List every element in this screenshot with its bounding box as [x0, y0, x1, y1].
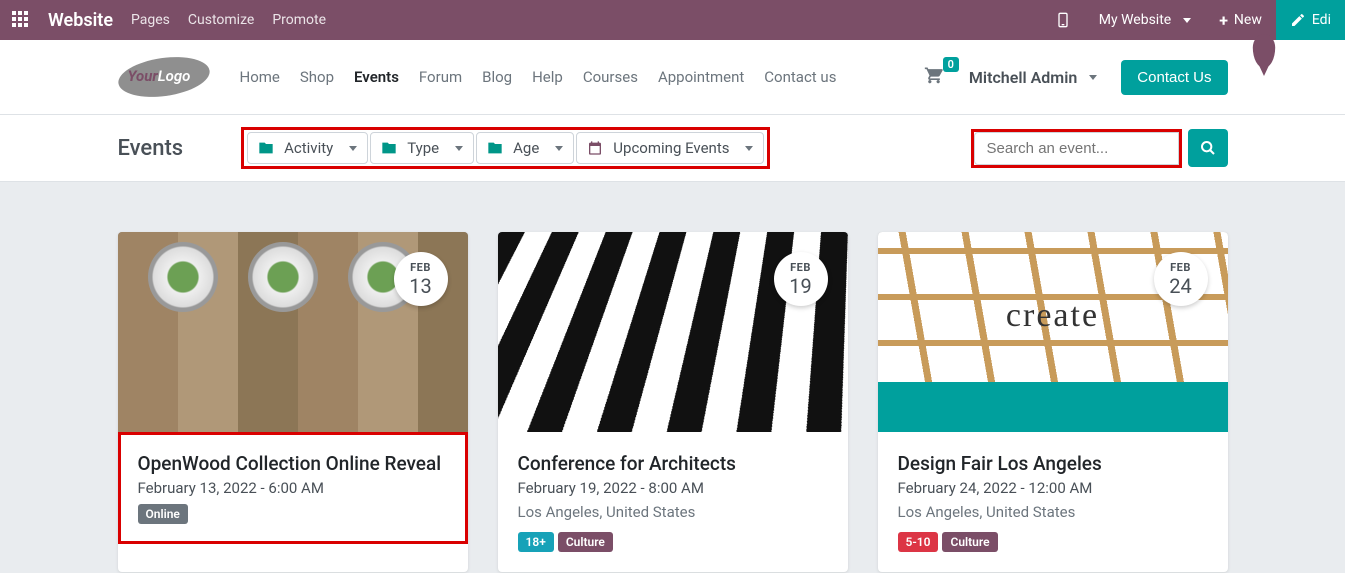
mobile-icon	[1055, 12, 1071, 28]
nav-shop[interactable]: Shop	[300, 68, 334, 86]
nav-blog[interactable]: Blog	[482, 68, 512, 86]
filter-age[interactable]: Age	[476, 132, 574, 164]
search-box-highlight	[971, 129, 1182, 168]
event-title: Design Fair Los Angeles	[898, 452, 1208, 475]
date-day: 19	[789, 274, 811, 298]
nav-contact[interactable]: Contact us	[764, 68, 836, 86]
calendar-icon	[587, 140, 603, 156]
nav-forum[interactable]: Forum	[419, 68, 462, 86]
admin-link-customize[interactable]: Customize	[188, 12, 254, 28]
chevron-down-icon	[1183, 18, 1191, 23]
chevron-down-icon	[349, 146, 357, 151]
date-badge: FEB24	[1154, 252, 1208, 306]
date-month: FEB	[790, 261, 811, 274]
theme-drop-icon[interactable]	[1252, 34, 1274, 68]
apps-icon[interactable]	[12, 11, 30, 29]
nav-appointment[interactable]: Appointment	[658, 68, 744, 86]
nav-events[interactable]: Events	[354, 68, 399, 86]
event-image: createFEB24	[878, 232, 1228, 432]
new-label: New	[1234, 12, 1262, 28]
event-tag: Online	[138, 504, 188, 524]
mobile-preview-button[interactable]	[1041, 0, 1085, 40]
filter-activity-label: Activity	[284, 139, 333, 157]
folder-icon	[487, 140, 503, 156]
folder-icon	[258, 140, 274, 156]
event-tag: Culture	[558, 532, 613, 552]
folder-icon	[381, 140, 397, 156]
event-image: FEB13	[118, 232, 468, 432]
event-tag: Culture	[942, 532, 997, 552]
event-body: Design Fair Los Angeles February 24, 2022…	[878, 432, 1228, 572]
event-datetime: February 19, 2022 - 8:00 AM	[518, 479, 828, 497]
date-month: FEB	[410, 261, 431, 274]
event-tag: 18+	[518, 532, 554, 552]
event-body: Conference for Architects February 19, 20…	[498, 432, 848, 572]
date-badge: FEB19	[774, 252, 828, 306]
edit-button[interactable]: Edi	[1276, 0, 1345, 40]
filter-type-label: Type	[407, 139, 439, 157]
edit-label: Edi	[1312, 12, 1331, 28]
search-input[interactable]	[974, 132, 1179, 165]
filter-age-label: Age	[513, 139, 539, 157]
filter-activity[interactable]: Activity	[247, 132, 368, 164]
site-logo[interactable]: YourLogo	[118, 58, 210, 96]
date-month: FEB	[1170, 261, 1191, 274]
admin-link-promote[interactable]: Promote	[272, 12, 326, 28]
event-title: Conference for Architects	[518, 452, 828, 475]
user-name: Mitchell Admin	[969, 68, 1077, 87]
nav-help[interactable]: Help	[532, 68, 563, 86]
chevron-down-icon	[555, 146, 563, 151]
cart-icon	[923, 65, 945, 85]
event-card[interactable]: FEB19 Conference for Architects February 1…	[498, 232, 848, 572]
plus-icon: +	[1219, 11, 1228, 30]
nav-home[interactable]: Home	[240, 68, 280, 86]
filter-upcoming[interactable]: Upcoming Events	[576, 132, 764, 164]
event-datetime: February 24, 2022 - 12:00 AM	[898, 479, 1208, 497]
admin-link-pages[interactable]: Pages	[131, 12, 170, 28]
cart-count-badge: 0	[943, 57, 959, 72]
event-card[interactable]: FEB13 OpenWood Collection Online Reveal Fe…	[118, 232, 468, 572]
event-card[interactable]: createFEB24 Design Fair Los Angeles Februa…	[878, 232, 1228, 572]
chevron-down-icon	[455, 146, 463, 151]
filter-upcoming-label: Upcoming Events	[613, 139, 729, 157]
my-website-dropdown[interactable]: My Website	[1085, 0, 1205, 40]
user-dropdown[interactable]: Mitchell Admin	[969, 68, 1097, 87]
my-website-label: My Website	[1099, 12, 1171, 28]
search-icon	[1200, 140, 1216, 156]
event-image: FEB19	[498, 232, 848, 432]
event-tag: 5-10	[898, 532, 939, 552]
chevron-down-icon	[1089, 75, 1097, 80]
search-button[interactable]	[1188, 129, 1228, 167]
date-badge: FEB13	[394, 252, 448, 306]
chevron-down-icon	[745, 146, 753, 151]
event-title: OpenWood Collection Online Reveal	[138, 452, 448, 475]
contact-us-button[interactable]: Contact Us	[1121, 60, 1227, 95]
event-datetime: February 13, 2022 - 6:00 AM	[138, 479, 448, 497]
event-location: Los Angeles, United States	[518, 503, 828, 521]
filter-type[interactable]: Type	[370, 132, 474, 164]
date-day: 24	[1169, 274, 1191, 298]
events-grid: FEB13OpenWood Collection Online RevealFe…	[103, 182, 1243, 572]
date-day: 13	[409, 274, 431, 298]
site-nav: YourLogo Home Shop Events Forum Blog Hel…	[0, 40, 1345, 115]
event-body: OpenWood Collection Online Reveal Februar…	[118, 432, 468, 544]
nav-courses[interactable]: Courses	[583, 68, 638, 86]
admin-bar: Website Pages Customize Promote My Websi…	[0, 0, 1345, 40]
event-location: Los Angeles, United States	[898, 503, 1208, 521]
filter-group-highlight: Activity Type Age Upcoming Events	[241, 127, 770, 169]
page-title: Events	[118, 136, 184, 161]
pencil-icon	[1290, 12, 1306, 28]
cart-button[interactable]: 0	[923, 65, 945, 90]
app-brand[interactable]: Website	[48, 10, 113, 31]
filter-bar: Events Activity Type Age Upcoming Events	[0, 115, 1345, 182]
